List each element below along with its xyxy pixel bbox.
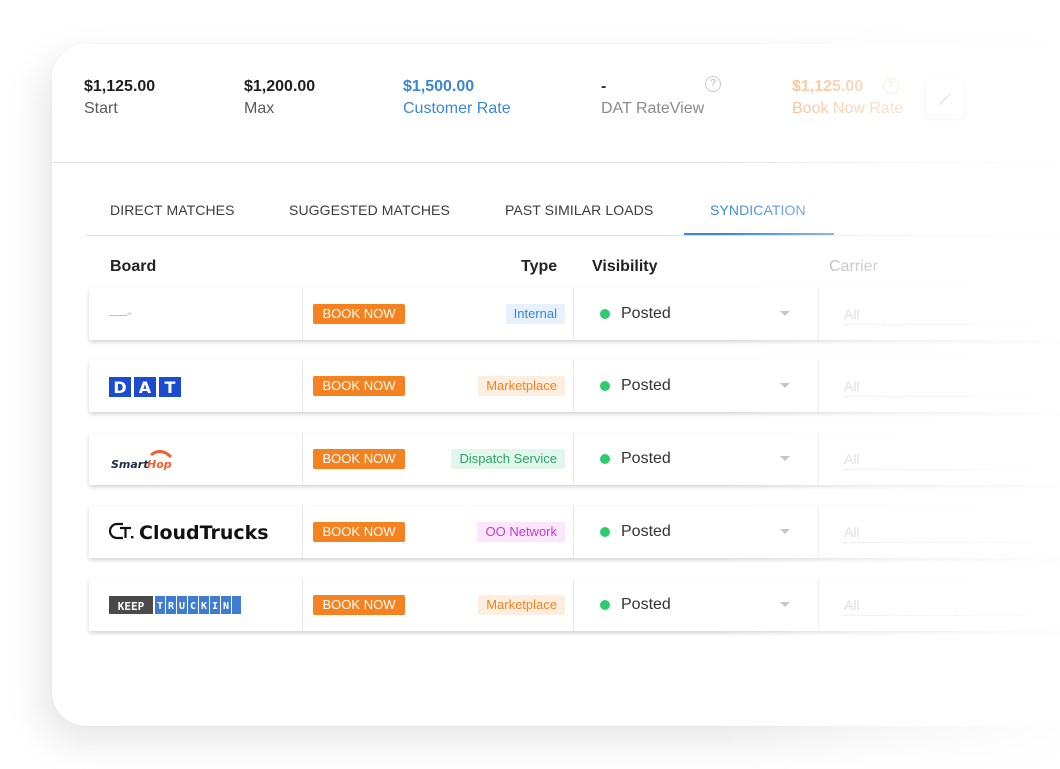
max-rate-label: Max: [244, 100, 275, 117]
table-row: CloudTrucks BOOK NOW OO Network Posted A…: [89, 506, 1060, 558]
chevron-down-icon[interactable]: [780, 456, 790, 461]
status-dot-icon: [600, 381, 610, 391]
svg-text:U: U: [179, 601, 185, 612]
start-rate-value: $1,125.00: [84, 78, 156, 95]
table-row: BOOK NOW Internal Posted All: [89, 288, 1060, 340]
dat-rateview-label: DAT RateView: [601, 100, 705, 117]
chevron-down-icon[interactable]: [780, 311, 790, 316]
type-badge: Internal: [505, 304, 565, 324]
start-rate: $1,125.00 Start: [84, 77, 155, 121]
column-divider: [302, 360, 303, 412]
column-divider: [818, 579, 819, 631]
tab-direct-matches[interactable]: DIRECT MATCHES: [110, 202, 235, 218]
book-now-button[interactable]: BOOK NOW: [313, 595, 405, 615]
status-dot-icon: [600, 309, 610, 319]
header-divider: [52, 162, 1060, 163]
chevron-down-icon[interactable]: [780, 383, 790, 388]
carrier-select[interactable]: All: [844, 524, 1034, 543]
carrier-select[interactable]: All: [844, 451, 1034, 470]
column-divider: [573, 288, 574, 340]
dat-rateview-value: -: [601, 78, 607, 95]
column-divider: [302, 506, 303, 558]
svg-text:I: I: [212, 601, 218, 612]
svg-text:N: N: [223, 601, 229, 612]
edit-rate-button[interactable]: [926, 80, 964, 118]
carrier-select[interactable]: All: [844, 306, 1034, 325]
tab-past-similar-loads[interactable]: PAST SIMILAR LOADS: [505, 202, 653, 218]
max-rate: $1,200.00 Max: [244, 77, 315, 121]
chevron-down-icon[interactable]: [780, 602, 790, 607]
status-dot-icon: [600, 600, 610, 610]
tab-syndication[interactable]: SYNDICATION: [710, 202, 806, 218]
tabs-divider: [85, 235, 1060, 236]
status-dot-icon: [600, 527, 610, 537]
table-row: D A T BOOK NOW Marketplace Posted All: [89, 360, 1060, 412]
svg-text:KEEP: KEEP: [118, 600, 145, 613]
book-now-help-icon[interactable]: ?: [883, 78, 899, 94]
column-divider: [573, 433, 574, 485]
customer-rate: $1,500.00 Customer Rate: [403, 77, 511, 121]
book-now-button[interactable]: BOOK NOW: [313, 376, 405, 396]
type-badge: Marketplace: [478, 376, 565, 396]
header-visibility: Visibility: [592, 258, 658, 275]
book-now-button[interactable]: BOOK NOW: [313, 304, 405, 324]
start-rate-label: Start: [84, 100, 118, 117]
svg-text:D: D: [113, 378, 126, 397]
visibility-select[interactable]: Posted: [621, 304, 671, 324]
svg-text:R: R: [168, 601, 175, 612]
table-row: KEEP TRU CKI N BOOK NOW Marketplace Post…: [89, 579, 1060, 631]
cloudtrucks-logo-icon: CloudTrucks: [109, 506, 274, 558]
svg-text:C: C: [190, 601, 196, 612]
book-now-rate-label: Book Now Rate: [792, 100, 904, 117]
column-divider: [818, 288, 819, 340]
book-now-button[interactable]: BOOK NOW: [313, 522, 405, 542]
column-divider: [573, 360, 574, 412]
svg-text:T: T: [165, 378, 176, 397]
svg-text:Smart: Smart: [111, 458, 149, 471]
column-divider: [818, 506, 819, 558]
active-tab-indicator: [684, 233, 834, 235]
type-badge: Dispatch Service: [451, 449, 565, 469]
loadsmart-icon: [109, 288, 149, 340]
type-badge: OO Network: [477, 522, 565, 542]
pencil-icon: [939, 93, 951, 105]
header-carrier: Carrier: [829, 258, 878, 275]
column-divider: [573, 579, 574, 631]
visibility-select[interactable]: Posted: [621, 522, 671, 542]
book-now-button[interactable]: BOOK NOW: [313, 449, 405, 469]
smarthop-logo-icon: Smart Hop: [109, 433, 179, 485]
svg-text:T: T: [157, 601, 163, 612]
carrier-select[interactable]: All: [844, 378, 1034, 397]
column-divider: [818, 433, 819, 485]
dat-logo-icon: D A T: [109, 360, 183, 412]
column-divider: [302, 288, 303, 340]
max-rate-value: $1,200.00: [244, 78, 316, 95]
dat-help-icon[interactable]: ?: [705, 76, 721, 92]
type-badge: Marketplace: [478, 595, 565, 615]
tab-suggested-matches[interactable]: SUGGESTED MATCHES: [289, 202, 450, 218]
svg-text:K: K: [201, 601, 207, 612]
header-type: Type: [521, 258, 558, 275]
table-row: Smart Hop BOOK NOW Dispatch Service Post…: [89, 433, 1060, 485]
chevron-down-icon[interactable]: [780, 529, 790, 534]
svg-text:Hop: Hop: [147, 458, 172, 471]
header-board: Board: [110, 258, 157, 275]
dat-rateview: - DAT RateView: [601, 77, 704, 121]
keeptruckin-logo-icon: KEEP TRU CKI N: [109, 579, 241, 631]
carrier-select[interactable]: All: [844, 597, 1034, 616]
svg-text:A: A: [139, 378, 152, 397]
visibility-select[interactable]: Posted: [621, 595, 671, 615]
status-dot-icon: [600, 454, 610, 464]
column-divider: [573, 506, 574, 558]
column-divider: [302, 579, 303, 631]
svg-text:CloudTrucks: CloudTrucks: [139, 522, 269, 544]
column-divider: [818, 360, 819, 412]
customer-rate-value: $1,500.00: [403, 78, 475, 95]
visibility-select[interactable]: Posted: [621, 376, 671, 396]
visibility-select[interactable]: Posted: [621, 449, 671, 469]
customer-rate-label: Customer Rate: [403, 100, 511, 117]
column-divider: [302, 433, 303, 485]
